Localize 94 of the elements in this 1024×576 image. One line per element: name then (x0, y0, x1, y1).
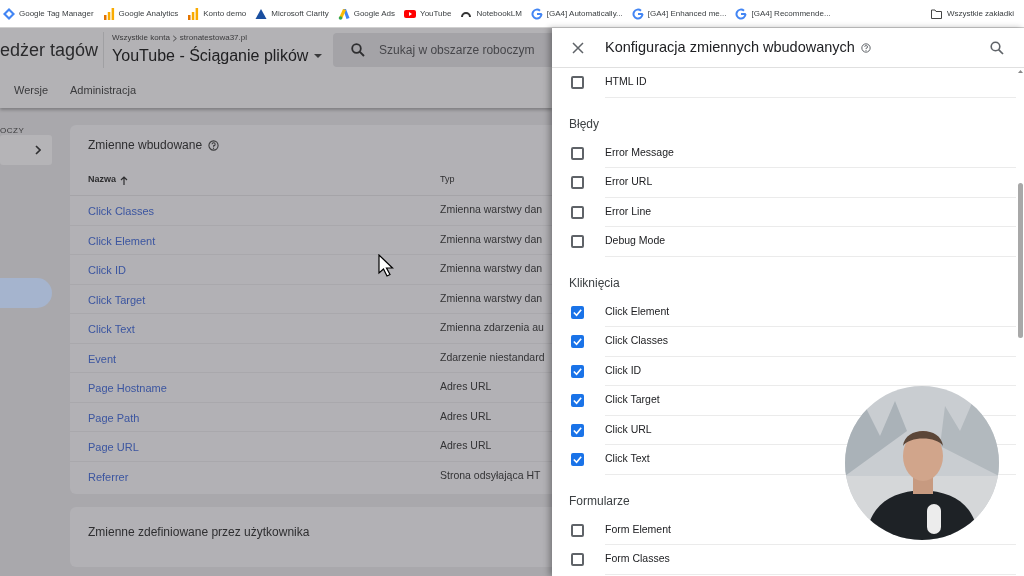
product-title: edżer tagów (0, 39, 100, 62)
google-logo-icon (530, 7, 543, 20)
bookmark[interactable]: [GA4] Recommende... (735, 7, 831, 20)
variable-link[interactable]: Page URL (88, 441, 139, 454)
nav-tab[interactable]: Administracja (70, 72, 137, 108)
bookmark[interactable]: Konto demo (187, 7, 247, 20)
bookmark[interactable]: [GA4] Enhanced me... (631, 7, 727, 20)
variable-link[interactable]: Click Classes (88, 205, 154, 218)
bookmark[interactable]: Google Tag Manager (3, 7, 94, 20)
variable-link[interactable]: Page Hostname (88, 382, 167, 395)
google-logo-icon (631, 7, 644, 20)
checkbox-label: Click Target (605, 392, 660, 408)
card-title: Zmienne zdefiniowane przez użytkownika (88, 525, 310, 539)
checkbox[interactable] (571, 423, 584, 437)
checkbox-label: Click URL (605, 421, 652, 437)
checkbox-label: HTML ID (605, 74, 647, 90)
search-icon (351, 43, 366, 57)
bookmark[interactable]: NotebookLM (460, 7, 522, 20)
help-icon (860, 42, 871, 53)
table-cell-text: Zmienna warstwy dan (440, 290, 543, 306)
checkbox[interactable] (571, 76, 584, 90)
checkbox[interactable] (571, 176, 584, 190)
table-cell-text: Zdarzenie niestandard (440, 349, 545, 365)
panel-title: Konfiguracja zmiennych wbudowanych (605, 37, 855, 57)
checkbox-label: Click Element (605, 303, 670, 319)
checkbox-label: Error Line (605, 203, 652, 219)
checkbox[interactable] (571, 553, 584, 567)
variable-link[interactable]: Click Element (88, 234, 156, 247)
bookmark[interactable]: Google Analytics (102, 7, 179, 20)
card-title: Zmienne wbudowane (88, 137, 203, 154)
checkbox[interactable] (571, 394, 584, 408)
variable-link[interactable]: Click Text (88, 323, 135, 336)
ads-logo-icon (337, 7, 350, 20)
group-heading: Kliknięcia (569, 274, 620, 292)
help-icon (208, 139, 220, 151)
close-button[interactable] (572, 41, 584, 54)
section-label: OCZY (0, 125, 25, 137)
bar-chart-icon (102, 7, 115, 20)
bookmark[interactable]: Microsoft Clarity (255, 7, 329, 20)
checkbox[interactable] (571, 235, 584, 249)
dropdown-caret-icon (314, 54, 323, 58)
table-cell-text: Adres URL (440, 379, 492, 395)
checkbox-label: Click Text (605, 451, 650, 467)
table-cell-text: Zmienna warstwy dan (440, 202, 543, 218)
google-logo-icon (735, 7, 748, 20)
table-cell-text: Adres URL (440, 408, 492, 424)
container-selector[interactable]: YouTube - Ściąganie plików (112, 44, 334, 68)
checkbox[interactable] (571, 523, 584, 537)
checkbox-label: Form Element (605, 521, 671, 537)
breadcrumb-link[interactable]: stronatestowa37.pl (179, 32, 247, 44)
search-button[interactable] (990, 40, 1004, 55)
group-heading: Błędy (569, 115, 600, 133)
breadcrumb-link[interactable]: Wszystkie konta (112, 32, 170, 44)
checkbox[interactable] (571, 364, 584, 378)
checkbox-label: Debug Mode (605, 233, 666, 249)
chevron-right-icon (171, 34, 178, 42)
checkbox[interactable] (571, 335, 584, 349)
table-cell-text: Zmienna warstwy dan (440, 231, 543, 247)
checkbox-label: Click Classes (605, 333, 668, 349)
column-header[interactable]: Typ (440, 173, 455, 187)
scrollbar-thumb[interactable] (1017, 183, 1023, 338)
bookmark[interactable]: [GA4] Automatically... (530, 7, 623, 20)
table-cell-text: Strona odsyłająca HT (440, 468, 541, 484)
scroll-up-icon (1017, 70, 1023, 73)
checkbox[interactable] (571, 305, 584, 319)
checkbox-label: Error URL (605, 174, 653, 190)
checkbox[interactable] (571, 146, 584, 160)
bookmark[interactable]: YouTube (404, 7, 452, 20)
mouse-pointer-icon (378, 254, 394, 278)
tag-icon (3, 7, 15, 20)
column-header[interactable]: Nazwa (88, 173, 116, 187)
checkbox-label: Click ID (605, 362, 642, 378)
bookmark[interactable]: Google Ads (337, 7, 396, 20)
play-icon (404, 7, 417, 20)
search-field[interactable]: Szukaj w obszarze roboczym (333, 33, 552, 67)
checkbox[interactable] (571, 205, 584, 219)
chevron-right-icon (35, 145, 41, 155)
variable-link[interactable]: Event (88, 352, 117, 365)
variable-link[interactable]: Page Path (88, 411, 140, 424)
table-cell-text: Zmienna zdarzenia au (440, 320, 544, 336)
variable-link[interactable]: Referrer (88, 471, 129, 484)
triangle-icon (255, 7, 268, 20)
nav-tab[interactable]: Wersje (14, 72, 49, 108)
checkbox-label: Form Classes (605, 551, 670, 567)
table-cell-text: Zmienna warstwy dan (440, 261, 543, 277)
group-heading: Formularze (569, 492, 630, 510)
checkbox[interactable] (571, 453, 584, 467)
all-bookmarks[interactable]: Wszystkie zakładki (930, 7, 1014, 20)
table-cell-text: Adres URL (440, 438, 492, 454)
variable-link[interactable]: Click Target (88, 293, 146, 306)
folder-icon (930, 8, 942, 19)
bar-chart-icon (187, 7, 200, 20)
checkbox-label: Error Message (605, 144, 674, 160)
variable-link[interactable]: Click ID (88, 264, 126, 277)
